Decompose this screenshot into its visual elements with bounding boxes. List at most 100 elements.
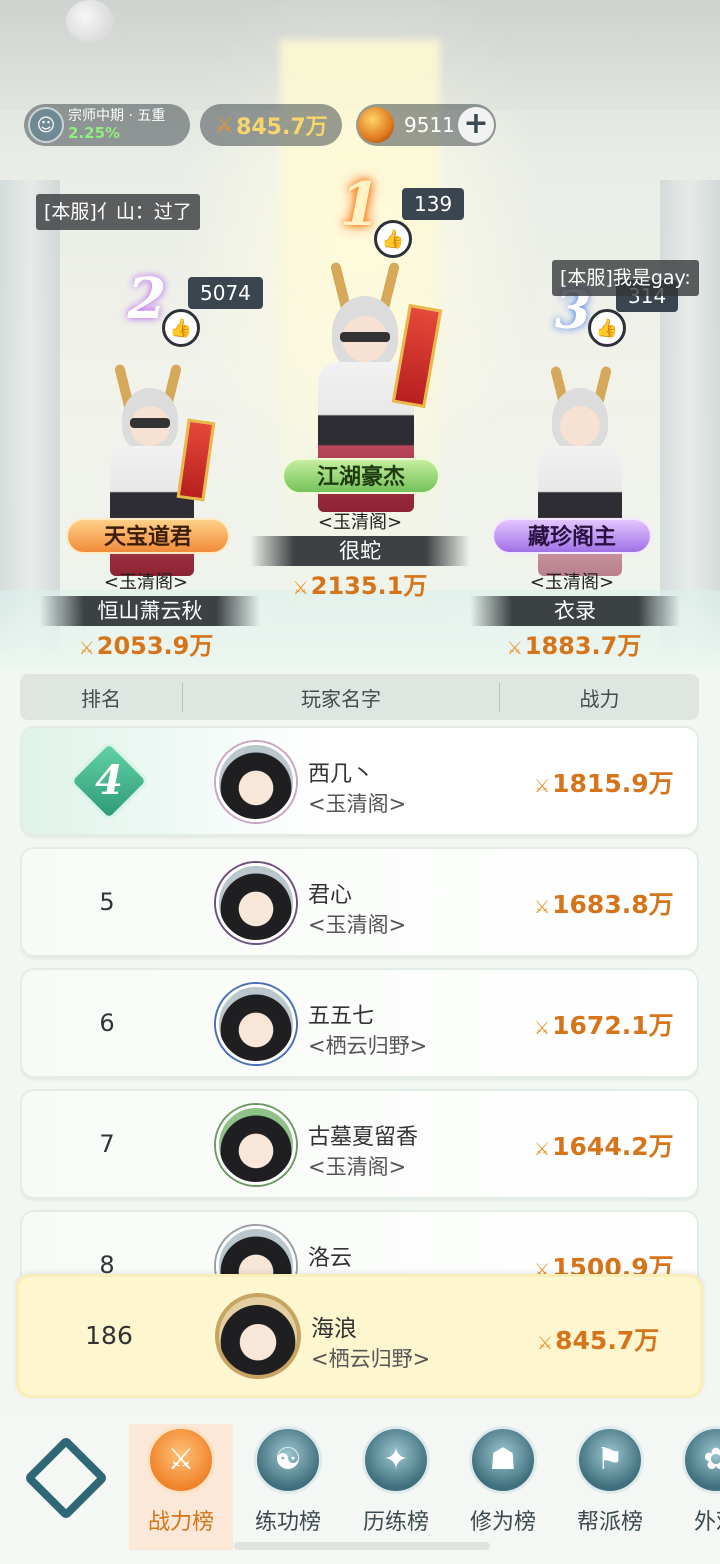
- chat-bubble-left: [本服]亻山：过了: [36, 194, 200, 230]
- my-player-guild: <栖云归野>: [311, 1347, 431, 1371]
- home-indicator[interactable]: [234, 1542, 490, 1550]
- player-guild: <玉清阁>: [308, 913, 407, 937]
- player-power: ⚔1500.9万: [534, 1248, 674, 1276]
- tab-cultivation[interactable]: ☗ 修为榜: [451, 1424, 555, 1550]
- thumbs-up-icon: 👍: [381, 228, 405, 250]
- tab-label: 历练榜: [362, 1510, 429, 1535]
- cultivation-rank-pill[interactable]: ☺ 宗师中期 · 五重 2.25%: [24, 104, 190, 146]
- tab-training[interactable]: ☯ 练功榜: [236, 1424, 340, 1550]
- hat-icon: ☗: [469, 1426, 537, 1494]
- outfit-icon: ✿: [682, 1426, 720, 1494]
- like-button-first[interactable]: 👍: [374, 220, 412, 258]
- banner-icon: ⚑: [576, 1426, 644, 1494]
- avatar[interactable]: [216, 863, 296, 943]
- star-icon: ✦: [362, 1426, 430, 1494]
- like-button-second[interactable]: 👍: [162, 309, 200, 347]
- ranking-list[interactable]: 4 西几丶 <玉清阁> ⚔1815.9万 5 君心 <玉清阁> ⚔1683.8万…: [20, 726, 699, 1276]
- rank-number: 8: [99, 1251, 115, 1276]
- header-player-name: 玩家名字: [182, 682, 500, 712]
- avatar[interactable]: [216, 1105, 296, 1185]
- bottom-nav: ⚔ 战力榜 ☯ 练功榜 ✦ 历练榜 ☗ 修为榜 ⚑ 帮派榜 ✿ 外观: [0, 1410, 720, 1564]
- chat-bubble-right: [本服]我是gay:: [552, 260, 699, 296]
- crossed-swords-icon: ⚔: [214, 112, 235, 138]
- player-guild: <栖云归野>: [308, 1034, 428, 1058]
- name-first: 很蛇: [250, 536, 470, 566]
- player-avatar-icon: ☺: [28, 107, 64, 143]
- currency-pill: 9511 +: [356, 104, 496, 146]
- power-second: ⚔2053.9万: [78, 632, 214, 660]
- tab-guild[interactable]: ⚑ 帮派榜: [558, 1424, 662, 1550]
- header-power: 战力: [579, 686, 620, 711]
- rank-number: 4: [95, 757, 123, 804]
- moon-orb: [66, 0, 114, 42]
- crossed-swords-icon: ⚔: [534, 1139, 551, 1160]
- my-player-name: 海浪: [311, 1316, 357, 1342]
- combat-power-pill: ⚔ 845.7万: [200, 104, 342, 146]
- back-button[interactable]: [22, 1434, 94, 1506]
- crossed-swords-icon: ⚔: [292, 578, 309, 599]
- avatar[interactable]: [216, 984, 296, 1064]
- podium-background: 1 139 👍 2 5074 👍 3 314 👍 江湖豪杰 <玉清阁> 很蛇 ⚔…: [0, 0, 720, 670]
- likes-count-first: 139: [402, 188, 465, 220]
- my-rank-number: 186: [85, 1321, 133, 1350]
- player-power: ⚔1644.2万: [534, 1132, 674, 1161]
- table-row[interactable]: 4 西几丶 <玉清阁> ⚔1815.9万: [20, 726, 699, 836]
- yin-yang-icon: ☯: [254, 1426, 322, 1494]
- guild-first: <玉清阁>: [317, 512, 403, 533]
- my-rank-row[interactable]: 186 海浪 <栖云归野> ⚔845.7万: [16, 1274, 703, 1398]
- crossed-swords-icon: ⚔: [534, 897, 551, 918]
- tab-experience[interactable]: ✦ 历练榜: [344, 1424, 448, 1550]
- like-button-third[interactable]: 👍: [588, 309, 626, 347]
- title-plate-second: 天宝道君: [66, 518, 230, 554]
- tab-label: 帮派榜: [576, 1510, 643, 1535]
- player-guild: <玉清阁>: [308, 792, 407, 816]
- crossed-swords-icon: ⚔: [78, 638, 95, 659]
- my-avatar[interactable]: [215, 1293, 301, 1379]
- tab-label: 战力榜: [147, 1510, 214, 1535]
- likes-count-second: 5074: [188, 277, 263, 309]
- tab-label: 修为榜: [469, 1510, 536, 1535]
- currency-value: 9511: [404, 113, 455, 137]
- power-third: ⚔1883.7万: [506, 632, 642, 660]
- cultivation-progress: 2.25%: [68, 124, 121, 142]
- player-name: 古墓夏留香: [308, 1125, 419, 1150]
- player-name: 君心: [308, 883, 353, 908]
- ranking-table-header: 排名 玩家名字 战力: [20, 674, 699, 720]
- guild-third: <玉清阁>: [529, 572, 615, 593]
- coin-icon: [358, 107, 394, 143]
- title-plate-third: 藏珍阁主: [492, 518, 652, 554]
- crossed-swords-icon: ⚔: [147, 1426, 215, 1494]
- player-power: ⚔1672.1万: [534, 1011, 674, 1040]
- crossed-swords-icon: ⚔: [534, 776, 551, 797]
- power-first: ⚔2135.1万: [292, 572, 428, 600]
- guild-second: <玉清阁>: [103, 572, 189, 593]
- table-row[interactable]: 5 君心 <玉清阁> ⚔1683.8万: [20, 847, 699, 957]
- avatar[interactable]: [216, 1226, 296, 1276]
- pillar-left: [0, 180, 60, 650]
- my-player-power: ⚔845.7万: [537, 1326, 660, 1355]
- title-plate-first: 江湖豪杰: [282, 458, 440, 494]
- thumbs-up-icon: 👍: [595, 317, 619, 339]
- table-row[interactable]: 8 洛云 ⚔1500.9万: [20, 1210, 699, 1276]
- cultivation-rank: 宗师中期 · 五重: [68, 108, 166, 124]
- tab-appearance[interactable]: ✿ 外观: [664, 1424, 720, 1550]
- add-currency-button[interactable]: +: [458, 107, 494, 143]
- table-row[interactable]: 6 五五七 <栖云归野> ⚔1672.1万: [20, 968, 699, 1078]
- player-name: 洛云: [308, 1246, 353, 1271]
- player-name: 五五七: [308, 1004, 375, 1029]
- table-row[interactable]: 7 古墓夏留香 <玉清阁> ⚔1644.2万: [20, 1089, 699, 1199]
- avatar[interactable]: [216, 742, 296, 822]
- name-second: 恒山萧云秋: [40, 596, 260, 626]
- combat-power-value: 845.7万: [236, 115, 328, 140]
- player-name: 西几丶: [308, 762, 375, 787]
- name-third: 衣录: [470, 596, 680, 626]
- thumbs-up-icon: 👍: [169, 317, 193, 339]
- header-rank: 排名: [81, 686, 121, 711]
- pillar-right: [660, 180, 720, 650]
- tab-label: 练功榜: [254, 1510, 321, 1535]
- rank-number: 7: [99, 1130, 115, 1158]
- rank-number: 6: [99, 1009, 115, 1037]
- tab-label: 外观: [693, 1510, 720, 1535]
- crossed-swords-icon: ⚔: [506, 638, 523, 659]
- tab-combat-power[interactable]: ⚔ 战力榜: [129, 1424, 233, 1550]
